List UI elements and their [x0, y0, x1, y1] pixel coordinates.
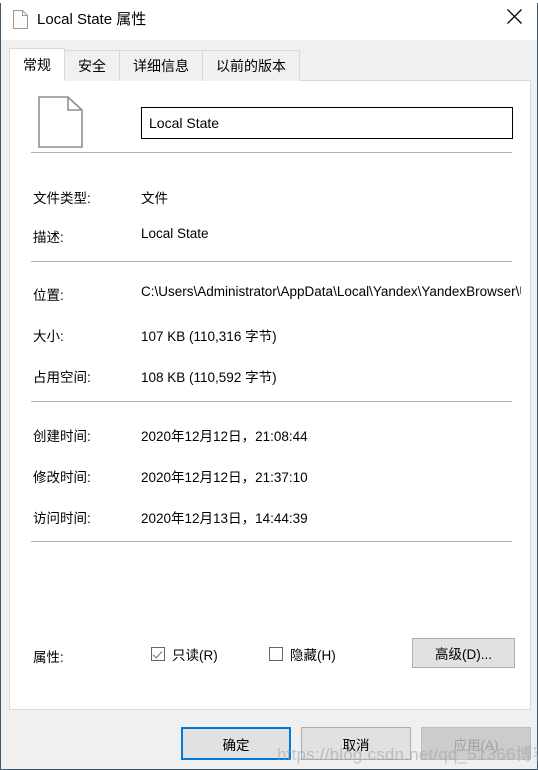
apply-button: 应用(A)	[421, 727, 531, 760]
window-title: Local State 属性	[37, 11, 147, 28]
tab-previous-versions[interactable]: 以前的版本	[202, 50, 300, 81]
label-created: 创建时间:	[33, 429, 91, 444]
value-description: Local State	[141, 226, 209, 241]
tab-security[interactable]: 安全	[64, 50, 120, 81]
checkbox-readonly[interactable]: 只读(R)	[151, 644, 218, 664]
document-icon	[38, 96, 83, 148]
tab-general[interactable]: 常规	[9, 48, 65, 81]
filename-input[interactable]	[141, 107, 513, 139]
checkbox-readonly-box[interactable]	[151, 647, 165, 661]
checkbox-hidden[interactable]: 隐藏(H)	[269, 644, 336, 664]
value-modified: 2020年12月12日，21:37:10	[141, 470, 308, 485]
properties-dialog: Local State 属性 常规 安全 详细信息 以前的版本 文件类型: 文件	[0, 0, 538, 770]
close-icon[interactable]	[491, 0, 537, 32]
label-size-on-disk: 占用空间:	[33, 370, 91, 385]
label-attributes: 属性:	[33, 650, 64, 665]
value-location: C:\Users\Administrator\AppData\Local\Yan…	[141, 284, 521, 299]
label-location: 位置:	[33, 288, 64, 303]
separator	[31, 261, 512, 262]
ok-button[interactable]: 确定	[181, 727, 291, 760]
checkbox-hidden-label: 隐藏(H)	[290, 648, 336, 663]
checkbox-hidden-box[interactable]	[269, 647, 283, 661]
title-bar: Local State 属性	[1, 0, 537, 40]
dialog-button-bar: 确定 取消 应用(A)	[1, 722, 538, 762]
general-tab-panel: 文件类型: 文件 描述: Local State 位置: C:\Users\Ad…	[9, 80, 531, 710]
label-modified: 修改时间:	[33, 470, 91, 485]
label-accessed: 访问时间:	[33, 511, 91, 526]
value-created: 2020年12月12日，21:08:44	[141, 429, 308, 444]
label-description: 描述:	[33, 230, 64, 245]
cancel-button[interactable]: 取消	[301, 727, 411, 760]
separator	[31, 541, 512, 542]
document-icon	[13, 10, 28, 29]
checkbox-readonly-label: 只读(R)	[172, 648, 218, 663]
tab-strip: 常规 安全 详细信息 以前的版本	[9, 48, 300, 81]
value-size-on-disk: 108 KB (110,592 字节)	[141, 370, 277, 385]
separator	[31, 401, 512, 402]
label-file-type: 文件类型:	[33, 191, 91, 206]
advanced-button[interactable]: 高级(D)...	[412, 638, 515, 668]
value-size: 107 KB (110,316 字节)	[141, 329, 277, 344]
separator	[31, 152, 512, 153]
value-accessed: 2020年12月13日，14:44:39	[141, 511, 308, 526]
tab-details[interactable]: 详细信息	[119, 50, 203, 81]
value-file-type: 文件	[141, 191, 168, 206]
label-size: 大小:	[33, 329, 64, 344]
top-edge-strip	[0, 0, 538, 3]
